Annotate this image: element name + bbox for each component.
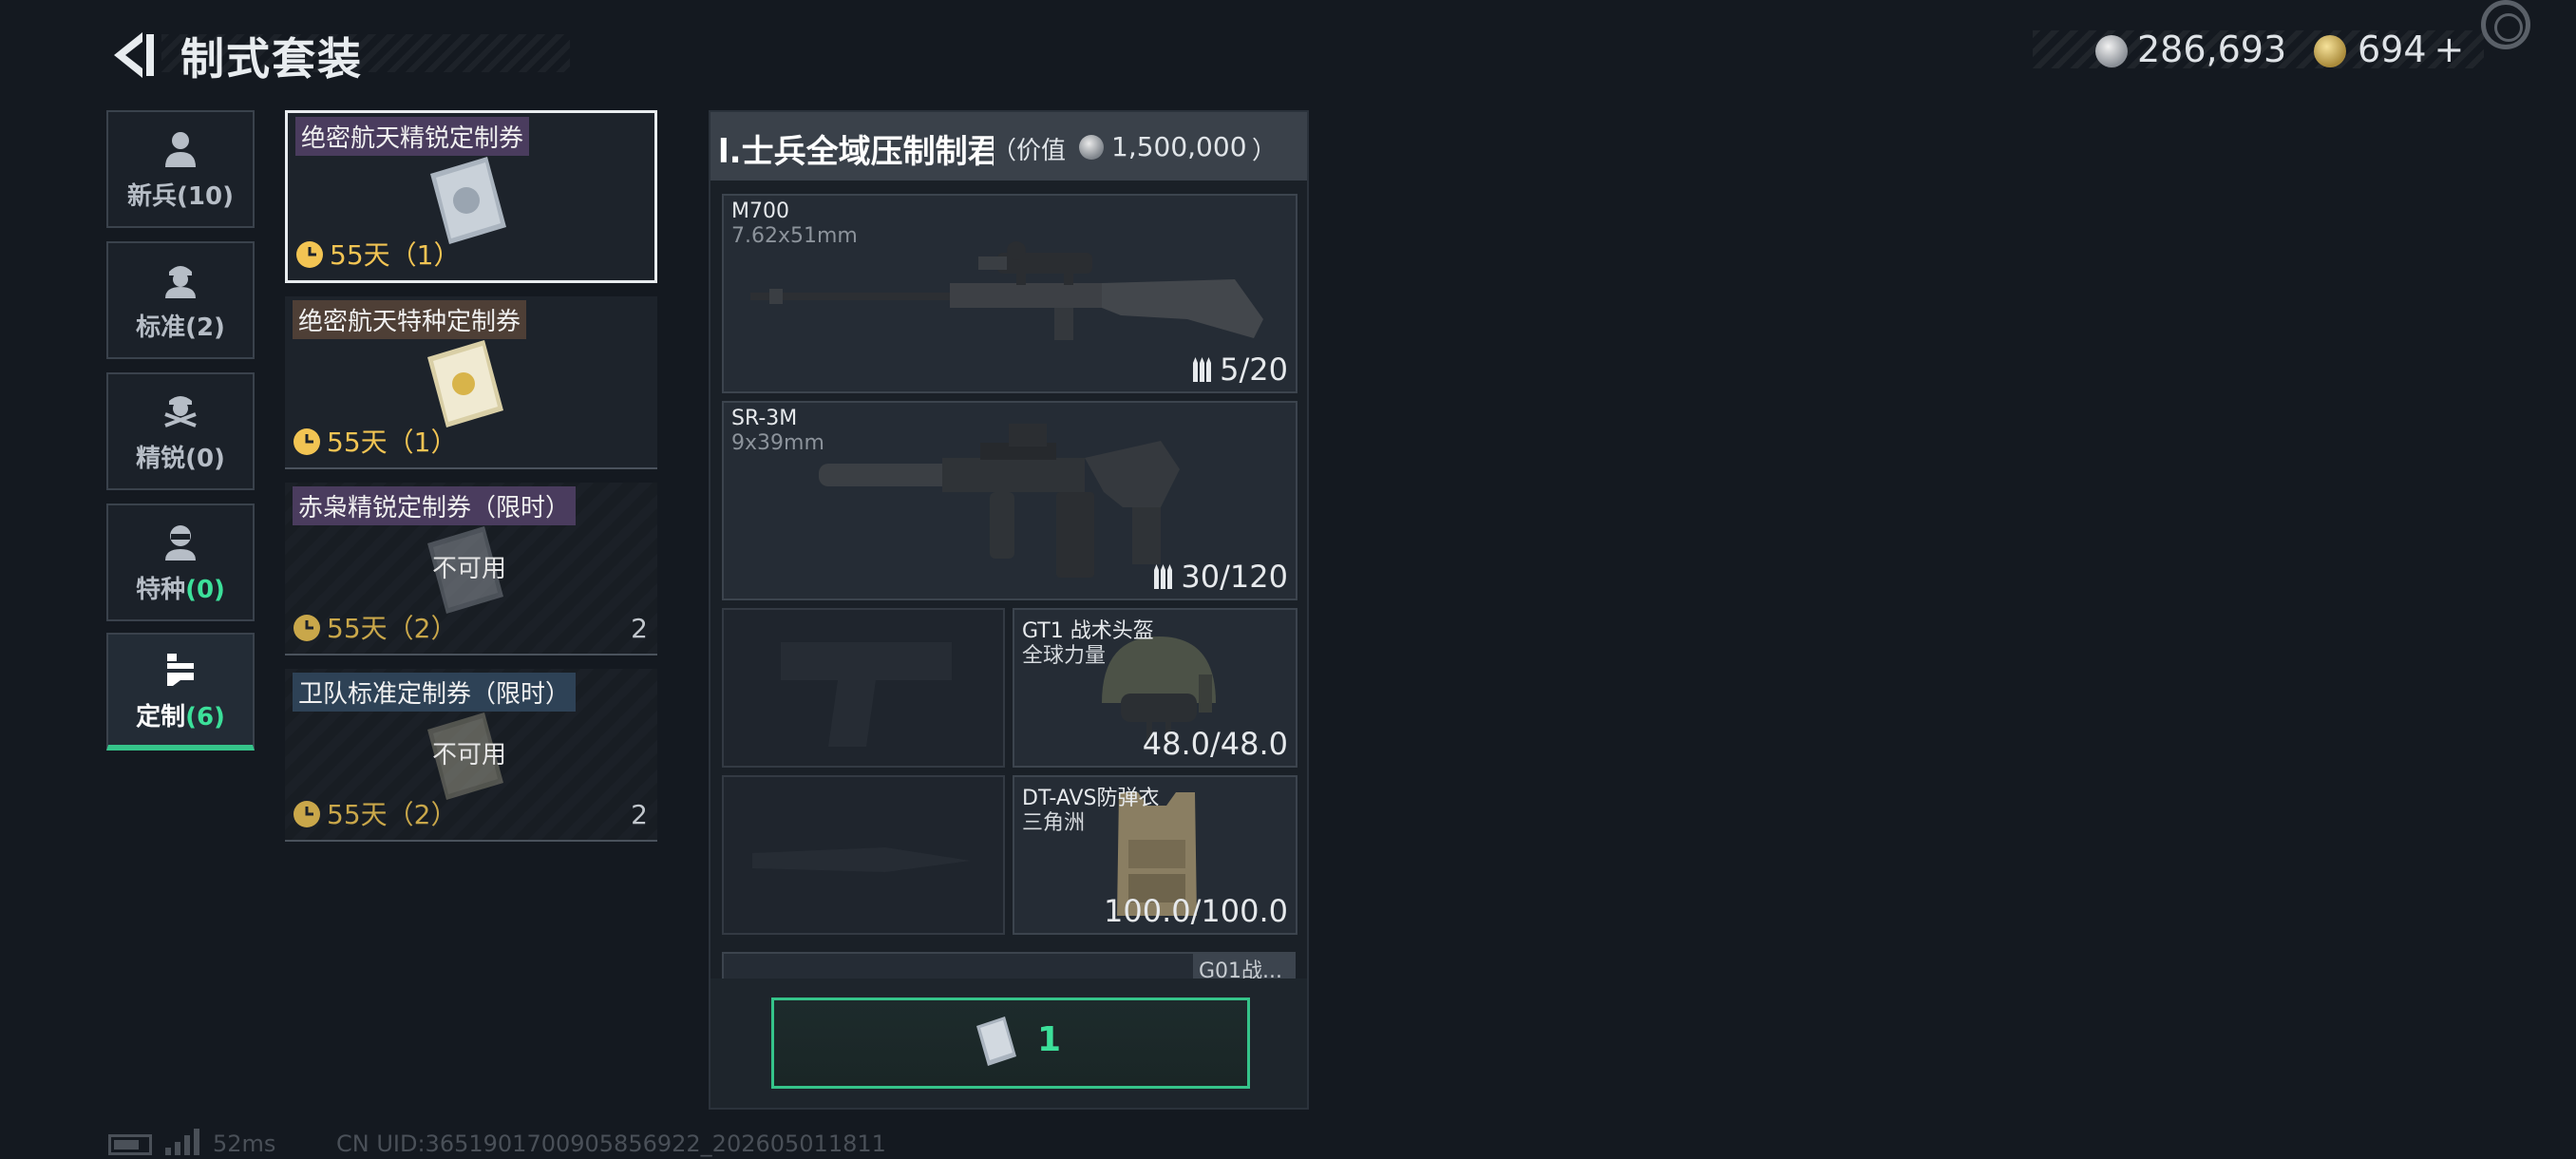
battery-icon xyxy=(108,1134,152,1155)
category-label: 特种(0) xyxy=(136,575,225,604)
category-label: 标准(2) xyxy=(136,313,225,342)
back-button[interactable] xyxy=(106,28,160,82)
voucher-expiry: 55天（2） xyxy=(327,613,458,644)
category-tab-recruit[interactable]: 新兵(10) xyxy=(106,110,255,228)
secondary-weapon-slot[interactable]: SR-3M 9x39mm 30/120 xyxy=(722,401,1297,600)
armor-slot[interactable]: DT-AVS防弹衣 三角洲 100.0/100.0 xyxy=(1013,775,1297,935)
category-tab-standard[interactable]: 标准(2) xyxy=(106,241,255,359)
pistol-silhouette-icon xyxy=(781,642,952,747)
clock-icon xyxy=(296,241,323,268)
voucher-expiry: 55天（1） xyxy=(330,239,461,271)
helmet-slot[interactable]: GT1 战术头盔 全球力量 48.0/48.0 xyxy=(1013,608,1297,768)
back-arrow-icon xyxy=(114,32,154,78)
silver-amount: 286,693 xyxy=(2137,28,2287,70)
armor-origin: 三角洲 xyxy=(1022,811,1086,835)
category-tab-custom[interactable]: 定制(6) xyxy=(106,633,255,750)
gold-amount[interactable]: 694 + xyxy=(2358,28,2464,70)
voucher-card[interactable]: 卫队标准定制券（限时） 不可用 55天（2） 2 xyxy=(285,669,657,842)
durability: 100.0/100.0 xyxy=(1104,893,1288,929)
loadout-value-close: ） xyxy=(1252,137,1278,165)
voucher-expiry: 55天（1） xyxy=(327,427,458,458)
category-tab-elite[interactable]: 精锐(0) xyxy=(106,372,255,490)
loadout-value-label: （价值 xyxy=(992,137,1067,165)
signal-icon xyxy=(165,1129,199,1155)
knife-silhouette-icon xyxy=(752,847,971,872)
voucher-card[interactable]: 绝密航天精锐定制券 55天（1） xyxy=(285,110,657,283)
add-gold-button[interactable]: + xyxy=(2434,28,2465,70)
voucher-count: 2 xyxy=(631,613,648,644)
clock-icon xyxy=(294,615,320,641)
custom-icon xyxy=(167,653,194,686)
sniper-rifle-icon xyxy=(750,241,1263,340)
voucher-card[interactable]: 绝密航天特种定制券 55天（1） xyxy=(285,296,657,469)
unavailable-label: 不可用 xyxy=(432,555,507,583)
silver-coin-icon xyxy=(1079,135,1104,160)
durability: 48.0/48.0 xyxy=(1142,726,1288,762)
loadout-name: l.士兵全域压制制君 xyxy=(718,133,994,171)
weapon-name: M700 xyxy=(731,200,789,223)
category-label: 新兵(10) xyxy=(127,181,234,211)
redeem-count: 1 xyxy=(1037,1020,1062,1059)
voucher-ticket-icon xyxy=(976,1016,1016,1066)
ping-readout: 52ms xyxy=(213,1130,276,1157)
silver-coin-icon xyxy=(2095,35,2128,67)
voucher-card[interactable]: 赤枭精锐定制券（限时） 不可用 55天（2） 2 xyxy=(285,483,657,656)
elite-icon xyxy=(164,395,197,428)
category-label: 定制(6) xyxy=(136,702,225,732)
clock-icon xyxy=(294,801,320,827)
ammo-count: 5/20 xyxy=(1191,352,1288,388)
standard-icon xyxy=(165,265,196,298)
loadout-value: 1,500,000 xyxy=(1111,131,1247,162)
weapon-caliber: 9x39mm xyxy=(731,431,824,455)
category-label: 精锐(0) xyxy=(136,444,225,473)
gold-coin-icon xyxy=(2314,35,2346,67)
primary-weapon-slot[interactable]: M700 7.62x51mm 5/20 xyxy=(722,194,1297,393)
helmet-origin: 全球力量 xyxy=(1022,644,1107,668)
melee-slot[interactable] xyxy=(722,775,1005,935)
clock-icon xyxy=(294,428,320,455)
ammo-icon xyxy=(1193,357,1212,382)
ammo-icon xyxy=(1154,564,1173,589)
uid-readout: CN UID:3651901700905856922_202605011811 xyxy=(336,1130,886,1157)
pistol-slot[interactable] xyxy=(722,608,1005,768)
ammo-count: 30/120 xyxy=(1152,559,1288,595)
weapon-name: SR-3M xyxy=(731,407,798,430)
category-tab-special[interactable]: 特种(0) xyxy=(106,504,255,621)
special-icon xyxy=(165,524,196,560)
gold-amount-value: 694 xyxy=(2358,28,2427,70)
settings-ring-icon[interactable] xyxy=(2481,0,2530,49)
voucher-expiry: 55天（2） xyxy=(327,799,458,830)
page-title: 制式套装 xyxy=(180,33,363,85)
recruit-icon xyxy=(165,131,196,167)
unavailable-label: 不可用 xyxy=(432,741,507,770)
voucher-count: 2 xyxy=(631,799,648,830)
